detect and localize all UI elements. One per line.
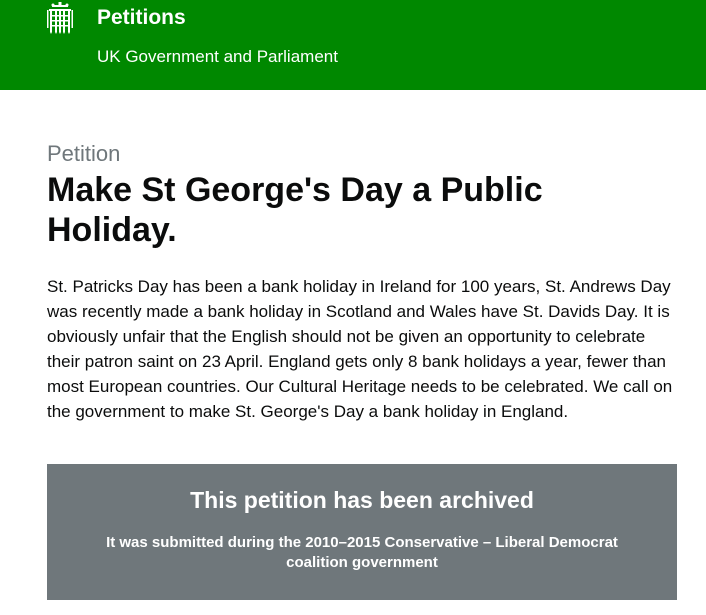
portcullis-icon[interactable] — [46, 2, 74, 34]
archived-notice-text: It was submitted during the 2010–2015 Co… — [106, 534, 618, 571]
archived-notice-title: This petition has been archived — [190, 487, 534, 513]
petition-content: Petition Make St George's Day a Public H… — [47, 140, 679, 424]
site-header: Petitions UK Government and Parliament — [0, 0, 706, 90]
petition-description: St. Patricks Day has been a bank holiday… — [47, 277, 673, 421]
site-subtitle: UK Government and Parliament — [97, 47, 338, 66]
archived-notice: This petition has been archived It was s… — [47, 464, 677, 600]
petition-title: Make St George's Day a Public Holiday. — [47, 171, 543, 249]
petition-kicker: Petition — [47, 141, 121, 166]
site-title-link[interactable]: Petitions — [97, 6, 186, 30]
